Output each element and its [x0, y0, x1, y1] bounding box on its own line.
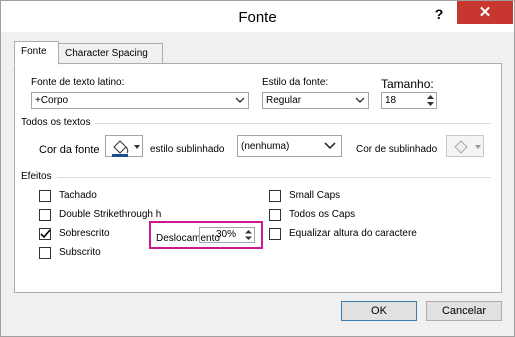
all-caps-checkbox[interactable]: [269, 209, 281, 221]
latin-font-value: +Corpo: [35, 95, 69, 106]
strikethrough-checkbox[interactable]: [39, 190, 51, 202]
font-color-label: Cor da fonte: [39, 144, 100, 156]
tab-font-label: Fonte: [21, 46, 47, 57]
underline-color-button[interactable]: [446, 135, 484, 157]
all-caps-label: Todos os Caps: [289, 209, 356, 220]
chevron-down-icon[interactable]: [232, 93, 248, 108]
section-divider: [95, 123, 491, 124]
small-caps-checkbox[interactable]: [269, 190, 281, 202]
tab-font[interactable]: Fonte: [14, 41, 59, 65]
spin-buttons[interactable]: [425, 93, 436, 108]
size-label: Tamanho:: [381, 77, 434, 91]
equalize-height-checkbox[interactable]: [269, 228, 281, 240]
underline-style-select[interactable]: (nenhuma): [237, 135, 342, 157]
spin-buttons[interactable]: [243, 228, 254, 242]
font-style-value: Regular: [266, 95, 302, 106]
paint-bucket-icon: [454, 140, 481, 154]
double-strikethrough-label: Double Strikethrough h: [59, 209, 162, 220]
close-button[interactable]: ✕: [457, 1, 513, 24]
ok-button[interactable]: OK: [341, 301, 417, 321]
checkmark-icon: [40, 229, 51, 239]
paint-bucket-icon: [112, 140, 140, 157]
font-dialog: Fonte ? ✕ Fonte Character Spacing Fonte …: [0, 0, 515, 337]
subscript-checkbox[interactable]: [39, 247, 51, 259]
equalize-height-label: Equalizar altura do caractere: [289, 228, 417, 239]
size-value: 18: [385, 95, 397, 106]
strikethrough-label: Tachado: [59, 190, 97, 201]
title-bar: Fonte ? ✕: [1, 1, 514, 32]
underline-color-label: Cor de sublinhado: [356, 144, 438, 155]
latin-font-select[interactable]: +Corpo: [31, 92, 249, 109]
superscript-checkbox[interactable]: [39, 228, 51, 240]
font-style-label: Estilo da fonte:: [262, 77, 329, 88]
tab-character-spacing[interactable]: Character Spacing: [58, 43, 163, 65]
latin-font-label: Fonte de texto latino:: [31, 77, 125, 88]
section-divider: [57, 177, 491, 178]
help-button[interactable]: ?: [428, 4, 450, 24]
cancel-button[interactable]: Cancelar: [426, 301, 502, 321]
tab-panel: Fonte de texto latino: +Corpo Estilo da …: [14, 63, 502, 293]
chevron-down-icon[interactable]: [319, 136, 341, 156]
double-strikethrough-checkbox[interactable]: [39, 209, 51, 221]
offset-value: 30%: [216, 229, 237, 240]
tab-character-spacing-label: Character Spacing: [65, 48, 148, 59]
small-caps-label: Small Caps: [289, 190, 341, 201]
superscript-label: Sobrescrito: [59, 228, 110, 239]
size-spinner[interactable]: 18: [381, 92, 437, 109]
all-text-section-label: Todos os textos: [21, 117, 91, 128]
chevron-down-icon[interactable]: [352, 93, 368, 108]
subscript-label: Subscrito: [59, 247, 101, 258]
font-color-button[interactable]: [105, 135, 143, 157]
underline-style-value: (nenhuma): [241, 141, 290, 152]
offset-spinner[interactable]: 30%: [199, 227, 255, 243]
effects-section-label: Efeitos: [21, 171, 52, 182]
underline-style-label: estilo sublinhado: [150, 144, 225, 155]
font-style-select[interactable]: Regular: [262, 92, 369, 109]
